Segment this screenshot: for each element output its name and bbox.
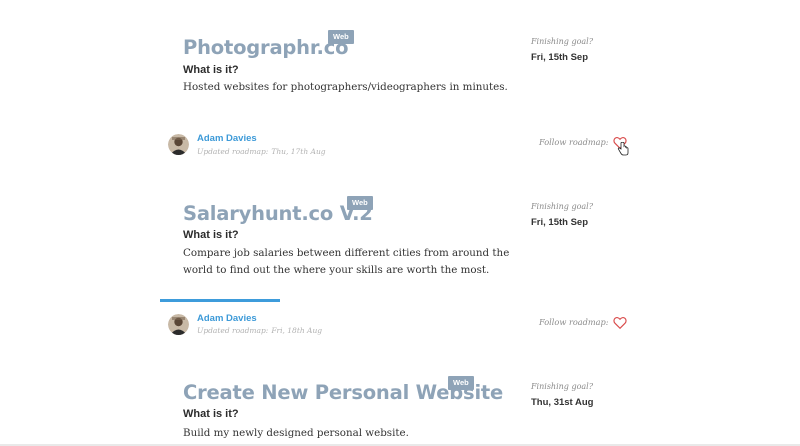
project-description: Build my newly designed personal website… xyxy=(183,427,409,439)
finishing-goal-label: Finishing goal? xyxy=(531,382,594,391)
avatar[interactable] xyxy=(168,134,189,155)
updated-date: Thu, 17th Aug xyxy=(271,147,326,156)
heart-outline-icon[interactable] xyxy=(613,315,627,330)
updated-label: Updated roadmap: xyxy=(197,147,269,156)
hand-pointer-icon xyxy=(617,141,629,156)
follow-roadmap-label: Follow roadmap: xyxy=(539,317,609,327)
updated-roadmap: Updated roadmap: Thu, 17th Aug xyxy=(197,147,326,156)
updated-roadmap: Updated roadmap: Fri, 18th Aug xyxy=(197,326,322,335)
project-description: Hosted websites for photographers/videog… xyxy=(183,81,508,93)
project-tag: Web xyxy=(328,30,354,44)
project-title[interactable]: Salaryhunt.co V.2 xyxy=(183,202,373,225)
what-is-it-heading: What is it? xyxy=(183,229,239,241)
avatar[interactable] xyxy=(168,314,189,335)
finishing-goal-date: Fri, 15th Sep xyxy=(531,52,589,63)
what-is-it-heading: What is it? xyxy=(183,64,239,76)
project-tag: Web xyxy=(347,196,373,210)
finishing-goal-date: Fri, 15th Sep xyxy=(531,217,589,228)
finishing-goal-label: Finishing goal? xyxy=(531,202,594,211)
author-name[interactable]: Adam Davies xyxy=(197,313,257,324)
follow-roadmap-label: Follow roadmap: xyxy=(539,137,609,147)
project-tag: Web xyxy=(448,376,474,390)
project-description: Compare job salaries between different c… xyxy=(183,247,510,276)
author-name[interactable]: Adam Davies xyxy=(197,133,257,144)
finishing-goal-date: Thu, 31st Aug xyxy=(531,397,594,408)
project-title[interactable]: Photographr.co xyxy=(183,36,348,59)
updated-date: Fri, 18th Aug xyxy=(271,326,323,335)
progress-indicator xyxy=(160,299,280,302)
what-is-it-heading: What is it? xyxy=(183,408,239,420)
updated-label: Updated roadmap: xyxy=(197,326,269,335)
finishing-goal-label: Finishing goal? xyxy=(531,37,594,46)
